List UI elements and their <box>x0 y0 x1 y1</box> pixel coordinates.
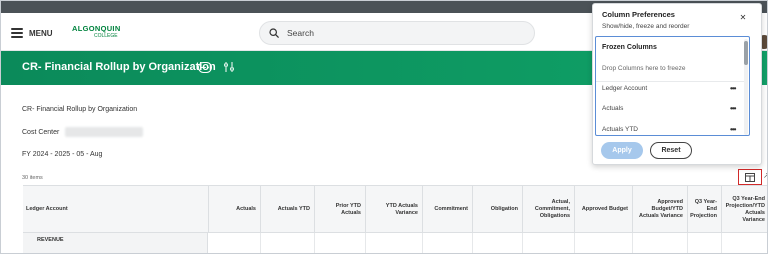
column-item[interactable]: Actuals YTD ••• <box>596 123 746 135</box>
items-count: 30 items <box>22 175 43 181</box>
column-header[interactable]: Actual, Commitment, Obligations <box>522 186 574 233</box>
more-options-icon[interactable]: ••• <box>730 84 736 93</box>
menu-label: MENU <box>29 28 53 38</box>
column-preferences-panel: Column Preferences Show/hide, freeze and… <box>592 3 762 165</box>
column-item[interactable]: Actuals ••• <box>596 102 746 118</box>
related-actions-button[interactable] <box>198 62 212 73</box>
column-header[interactable]: YTD Actuals Variance <box>365 186 422 233</box>
column-header[interactable]: Approved Budget <box>574 186 632 233</box>
column-header[interactable]: Actuals YTD <box>260 186 314 233</box>
column-list: Frozen Columns Drop Columns here to free… <box>595 36 750 136</box>
cost-center-label: Cost Center <box>22 128 60 136</box>
table-row: REVENUE <box>23 233 767 253</box>
frozen-columns-heading: Frozen Columns <box>602 44 657 51</box>
column-header[interactable]: Commitment <box>422 186 472 233</box>
column-header[interactable]: Q3 Year-End Projection <box>687 186 721 233</box>
freeze-drop-zone[interactable]: Drop Columns here to freeze <box>602 65 685 72</box>
workday-report-window: MENU ALGONQUIN COLLEGE CR- Financial Rol… <box>0 0 768 254</box>
search-input[interactable] <box>287 28 507 38</box>
ledger-account-cell: REVENUE <box>23 233 208 253</box>
hamburger-icon <box>11 28 23 38</box>
search-icon <box>269 28 279 38</box>
column-header[interactable]: Ledger Account <box>23 186 208 233</box>
cost-center-line: Cost Center <box>22 127 144 137</box>
report-grid: Ledger Account Actuals Actuals YTD Prior… <box>23 185 767 253</box>
ledger-account-value: REVENUE <box>37 237 64 243</box>
scrollbar[interactable] <box>744 39 748 135</box>
menu-button[interactable]: MENU <box>11 25 53 41</box>
grid-header-row: Ledger Account Actuals Actuals YTD Prior… <box>23 186 767 233</box>
panel-subtitle: Show/hide, freeze and reorder <box>602 23 690 30</box>
column-header[interactable]: Approved Budget/YTD Actuals Variance <box>632 186 687 233</box>
column-header[interactable]: Q3 Year-End Projection/YTD Actuals Varia… <box>721 186 767 233</box>
sliders-icon[interactable] <box>223 61 235 73</box>
column-header[interactable]: Prior YTD Actuals <box>314 186 365 233</box>
table-columns-icon <box>745 172 755 182</box>
column-header[interactable]: Obligation <box>472 186 522 233</box>
column-item[interactable]: Ledger Account ••• <box>596 81 746 97</box>
cost-center-value-redacted <box>65 127 144 137</box>
expand-icon[interactable]: ↗ <box>763 171 767 180</box>
global-search[interactable] <box>259 21 535 45</box>
period-line: FY 2024 - 2025 - 05 - Aug <box>22 151 103 158</box>
ellipsis-icon <box>200 66 203 69</box>
more-options-icon[interactable]: ••• <box>730 125 736 134</box>
report-name-line: CR- Financial Rollup by Organization <box>22 106 138 113</box>
panel-title: Column Preferences <box>602 10 675 19</box>
reset-button[interactable]: Reset <box>650 142 692 159</box>
more-options-icon[interactable]: ••• <box>730 104 736 113</box>
column-header[interactable]: Actuals <box>208 186 260 233</box>
algonquin-logo[interactable]: ALGONQUIN COLLEGE <box>72 25 124 45</box>
column-preferences-button[interactable] <box>738 169 762 185</box>
page-title: CR- Financial Rollup by Organization <box>22 61 216 73</box>
apply-button[interactable]: Apply <box>601 142 643 159</box>
close-icon[interactable]: ✕ <box>738 12 748 22</box>
